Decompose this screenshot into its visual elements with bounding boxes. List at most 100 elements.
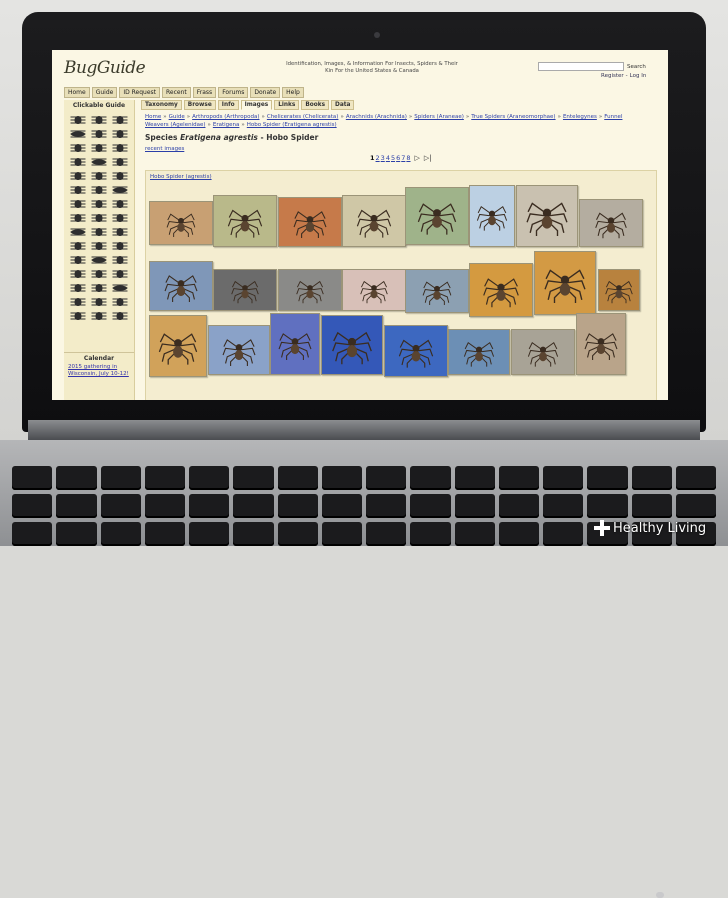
- keyboard-key[interactable]: [587, 494, 628, 518]
- gallery-thumbnail[interactable]: [576, 313, 626, 375]
- nav-item-help[interactable]: Help: [282, 87, 304, 98]
- bug-icon[interactable]: [91, 156, 108, 167]
- keyboard-key[interactable]: [366, 522, 407, 546]
- page-link[interactable]: 6: [396, 154, 400, 162]
- bug-icon[interactable]: [111, 268, 128, 279]
- breadcrumb-item[interactable]: Chelicerates (Chelicerata): [267, 114, 339, 120]
- keyboard-key[interactable]: [321, 494, 362, 518]
- page-link[interactable]: 5: [391, 154, 395, 162]
- keyboard-key[interactable]: [498, 466, 539, 490]
- keyboard-key[interactable]: [454, 466, 495, 490]
- keyboard-key[interactable]: [144, 494, 185, 518]
- page-link[interactable]: 2: [376, 154, 380, 162]
- keyboard-key[interactable]: [277, 522, 318, 546]
- gallery-thumbnail[interactable]: [469, 185, 515, 247]
- gallery-thumbnail[interactable]: [149, 261, 213, 311]
- gallery-thumbnail[interactable]: [278, 197, 342, 247]
- bug-icon[interactable]: [91, 226, 108, 237]
- gallery-thumbnail[interactable]: [270, 313, 320, 375]
- bug-icon[interactable]: [111, 114, 128, 125]
- bug-icon[interactable]: [91, 282, 108, 293]
- breadcrumb-item[interactable]: Hobo Spider (Eratigena agrestis): [247, 122, 337, 128]
- page-link[interactable]: 8: [406, 154, 410, 162]
- bug-icon[interactable]: [70, 282, 87, 293]
- breadcrumb-item[interactable]: Home: [145, 114, 161, 120]
- calendar-event-link[interactable]: 2015 gathering in Wisconsin, July 10-12!: [64, 362, 134, 380]
- bug-icon[interactable]: [70, 240, 87, 251]
- gallery-thumbnail[interactable]: [208, 325, 270, 375]
- bug-icon[interactable]: [111, 142, 128, 153]
- next-page-icon[interactable]: ▷: [415, 154, 420, 162]
- bug-icon[interactable]: [91, 310, 108, 321]
- register-link[interactable]: Register: [601, 73, 624, 79]
- keyboard-key[interactable]: [454, 522, 495, 546]
- tab-images[interactable]: Images: [240, 100, 273, 110]
- breadcrumb-item[interactable]: Arthropods (Arthropoda): [192, 114, 259, 120]
- bug-icon[interactable]: [70, 184, 87, 195]
- bug-icon[interactable]: [91, 128, 108, 139]
- bug-icon[interactable]: [70, 114, 87, 125]
- bug-icon[interactable]: [91, 296, 108, 307]
- gallery-label[interactable]: Hobo Spider (agrestis): [150, 174, 212, 180]
- tab-data[interactable]: Data: [331, 100, 355, 110]
- bug-icon[interactable]: [70, 170, 87, 181]
- search-input[interactable]: [538, 62, 624, 71]
- gallery-thumbnail[interactable]: [448, 329, 510, 375]
- keyboard-key[interactable]: [144, 466, 185, 490]
- bug-icon[interactable]: [91, 212, 108, 223]
- keyboard-key[interactable]: [12, 522, 53, 546]
- keyboard-key[interactable]: [277, 466, 318, 490]
- bug-icon[interactable]: [111, 156, 128, 167]
- bug-icon[interactable]: [70, 268, 87, 279]
- nav-item-recent[interactable]: Recent: [162, 87, 191, 98]
- search-button[interactable]: Search: [627, 64, 646, 70]
- keyboard-key[interactable]: [233, 522, 274, 546]
- keyboard-key[interactable]: [189, 494, 230, 518]
- nav-item-home[interactable]: Home: [64, 87, 90, 98]
- gallery-thumbnail[interactable]: [579, 199, 643, 247]
- tab-browse[interactable]: Browse: [183, 100, 216, 110]
- keyboard-key[interactable]: [366, 494, 407, 518]
- breadcrumb-item[interactable]: Arachnids (Arachnida): [346, 114, 407, 120]
- breadcrumb-item[interactable]: True Spiders (Araneomorphae): [471, 114, 555, 120]
- bug-icon[interactable]: [91, 240, 108, 251]
- bug-icon[interactable]: [70, 226, 87, 237]
- site-logo[interactable]: BugGuide: [64, 58, 146, 78]
- login-link[interactable]: Log In: [630, 73, 647, 79]
- bug-icon[interactable]: [91, 254, 108, 265]
- keyboard-key[interactable]: [498, 494, 539, 518]
- bug-icon[interactable]: [70, 142, 87, 153]
- keyboard-key[interactable]: [321, 466, 362, 490]
- gallery-thumbnail[interactable]: [405, 187, 469, 245]
- keyboard-key[interactable]: [366, 466, 407, 490]
- gallery-thumbnail[interactable]: [511, 329, 575, 375]
- keyboard-key[interactable]: [631, 466, 672, 490]
- keyboard-key[interactable]: [233, 466, 274, 490]
- gallery-thumbnail[interactable]: [598, 269, 640, 311]
- keyboard-key[interactable]: [233, 494, 274, 518]
- gallery-thumbnail[interactable]: [384, 325, 448, 377]
- keyboard-key[interactable]: [631, 494, 672, 518]
- bug-icon[interactable]: [70, 156, 87, 167]
- keyboard-key[interactable]: [543, 466, 584, 490]
- nav-item-donate[interactable]: Donate: [250, 87, 281, 98]
- keyboard-key[interactable]: [454, 494, 495, 518]
- keyboard-key[interactable]: [675, 466, 716, 490]
- keyboard-key[interactable]: [189, 466, 230, 490]
- page-link[interactable]: 3: [381, 154, 385, 162]
- keyboard-key[interactable]: [587, 466, 628, 490]
- keyboard-key[interactable]: [321, 522, 362, 546]
- keyboard-key[interactable]: [675, 494, 716, 518]
- keyboard-key[interactable]: [56, 522, 97, 546]
- bug-icon[interactable]: [91, 184, 108, 195]
- keyboard-key[interactable]: [144, 522, 185, 546]
- keyboard-key[interactable]: [543, 522, 584, 546]
- keyboard-key[interactable]: [277, 494, 318, 518]
- bug-icon[interactable]: [111, 240, 128, 251]
- bug-icon[interactable]: [91, 114, 108, 125]
- keyboard-key[interactable]: [410, 466, 451, 490]
- gallery-thumbnail[interactable]: [342, 269, 406, 311]
- bug-icon[interactable]: [91, 268, 108, 279]
- recent-images-link[interactable]: recent images: [145, 146, 184, 152]
- bug-icon[interactable]: [111, 282, 128, 293]
